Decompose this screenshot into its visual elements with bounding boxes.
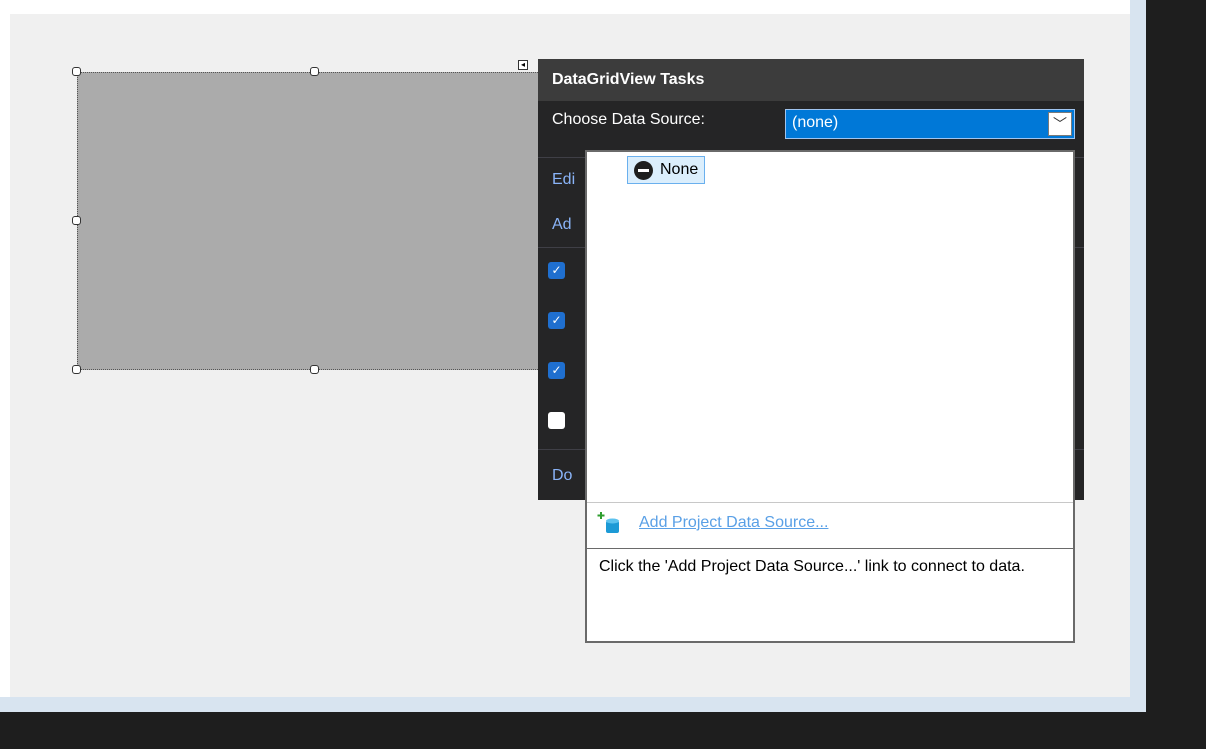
smart-tag-arrow-icon[interactable]: ◂ bbox=[518, 60, 528, 70]
none-option-label: None bbox=[660, 161, 699, 178]
data-source-dropdown: None Add Project Data Source... Click th… bbox=[585, 150, 1075, 643]
designer-border-bottom bbox=[0, 697, 1146, 712]
chevron-down-icon[interactable]: ﹀ bbox=[1048, 112, 1072, 136]
resize-handle-bottom-left[interactable] bbox=[72, 365, 81, 374]
canvas-top-edge bbox=[0, 0, 1130, 14]
choose-data-source-label: Choose Data Source: bbox=[552, 111, 705, 128]
tasks-panel-title: DataGridView Tasks bbox=[538, 59, 1084, 101]
add-database-icon bbox=[597, 512, 619, 533]
canvas-left-edge bbox=[0, 0, 10, 712]
no-entry-icon bbox=[634, 161, 653, 180]
data-source-selected-value: (none) bbox=[792, 114, 839, 131]
edit-columns-link[interactable]: Edi bbox=[552, 171, 575, 189]
dropdown-separator bbox=[587, 502, 1073, 503]
datagridview-control[interactable] bbox=[77, 72, 552, 370]
enable-editing-checkbox[interactable]: ✓ bbox=[548, 312, 565, 329]
enable-adding-checkbox[interactable]: ✓ bbox=[548, 262, 565, 279]
ide-dark-region-right bbox=[1146, 0, 1206, 749]
resize-handle-top-left[interactable] bbox=[72, 67, 81, 76]
none-option[interactable]: None bbox=[627, 156, 706, 184]
resize-handle-left[interactable] bbox=[72, 216, 81, 225]
dock-in-parent-link[interactable]: Do bbox=[552, 467, 572, 485]
designer-border-right bbox=[1130, 0, 1146, 712]
add-project-data-source-link[interactable]: Add Project Data Source... bbox=[639, 514, 828, 532]
add-column-link[interactable]: Ad bbox=[552, 216, 572, 234]
resize-handle-top[interactable] bbox=[310, 67, 319, 76]
enable-deleting-checkbox[interactable]: ✓ bbox=[548, 362, 565, 379]
enable-column-reordering-checkbox[interactable] bbox=[548, 412, 565, 429]
data-source-combobox[interactable]: (none) ﹀ bbox=[785, 109, 1075, 139]
data-source-hint-text: Click the 'Add Project Data Source...' l… bbox=[599, 558, 1025, 575]
dropdown-separator bbox=[587, 548, 1073, 549]
ide-dark-region-bottom bbox=[0, 712, 1146, 749]
resize-handle-bottom[interactable] bbox=[310, 365, 319, 374]
